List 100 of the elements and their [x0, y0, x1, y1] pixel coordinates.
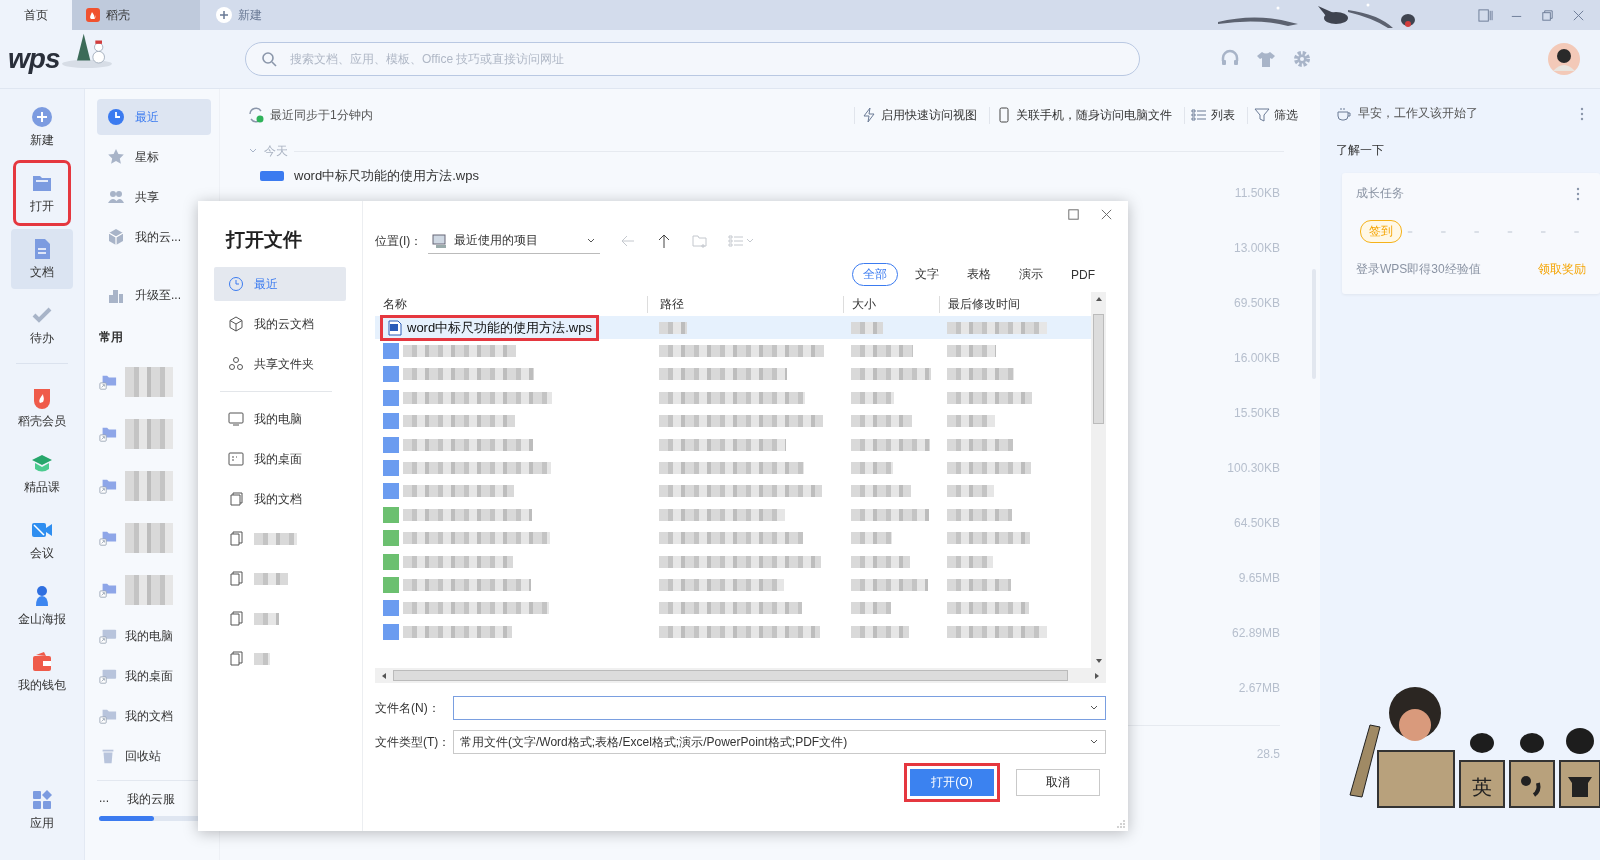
- blurred-text: [254, 653, 270, 665]
- lightning-icon: [861, 107, 877, 123]
- blurred-text: [125, 523, 173, 553]
- blurred-text: [125, 367, 173, 397]
- sidebar-item[interactable]: 我的文档: [97, 696, 211, 736]
- sidebar-item[interactable]: 我的电脑: [97, 616, 211, 656]
- folder-shortcut-icon: [99, 373, 117, 391]
- sidebar-item[interactable]: 星标: [97, 139, 211, 175]
- file-name[interactable]: word中标尺功能的使用方法.wps: [294, 167, 479, 185]
- phone-icon: [996, 107, 1012, 123]
- apps-button[interactable]: 应用: [11, 780, 73, 840]
- sidebar-item[interactable]: 回收站: [97, 736, 211, 776]
- view-options-icon[interactable]: [728, 233, 755, 249]
- tab[interactable]: 稻壳: [72, 0, 200, 30]
- place-item[interactable]: 我的文档: [214, 482, 346, 516]
- blurred-text: [851, 415, 912, 428]
- desktop-icon: [228, 451, 244, 467]
- maximize-icon[interactable]: [1066, 207, 1081, 222]
- toolbar-button[interactable]: 列表: [1184, 106, 1241, 124]
- horizontal-scrollbar[interactable]: [375, 668, 1106, 683]
- filename-field[interactable]: [453, 696, 1106, 720]
- sidebar-toggle-icon[interactable]: [1478, 7, 1493, 23]
- place-item[interactable]: 我的电脑: [214, 402, 346, 436]
- dialog-button[interactable]: 取消: [1016, 769, 1100, 796]
- filter-tab[interactable]: 文字: [904, 263, 950, 286]
- back-arrow-icon[interactable]: [620, 233, 637, 249]
- nav-item[interactable]: 待办: [11, 295, 73, 355]
- vertical-scrollbar[interactable]: [1091, 292, 1106, 668]
- file-size: 9.65MB: [1238, 570, 1280, 585]
- search-field[interactable]: 搜索文档、应用、模板、Office 技巧或直接访问网址: [245, 42, 1140, 76]
- toolbar-button[interactable]: 关联手机，随身访问电脑文件: [989, 106, 1178, 124]
- blurred-text: [947, 438, 1013, 451]
- file-size: 69.50KB: [1233, 295, 1280, 310]
- nav-item[interactable]: 我的钱包: [11, 642, 73, 702]
- filter-tab[interactable]: PDF: [1060, 263, 1106, 286]
- blurred-text: [851, 602, 891, 615]
- folder-icon: [228, 651, 244, 667]
- place-item[interactable]: 共享文件夹: [214, 347, 346, 381]
- blurred-text: [659, 321, 687, 334]
- folder-shortcut-icon: [99, 581, 117, 599]
- location-dropdown[interactable]: 最近使用的项目: [428, 228, 601, 254]
- filter-tab[interactable]: 演示: [1008, 263, 1054, 286]
- sidebar-item[interactable]: 我的桌面: [97, 656, 211, 696]
- scroll-thumb[interactable]: [1093, 314, 1104, 424]
- sidebar-item[interactable]: 共享: [97, 179, 211, 215]
- blurred-text: [254, 613, 279, 625]
- column-header[interactable]: 名称: [375, 295, 647, 313]
- column-header[interactable]: 路径: [647, 295, 843, 313]
- file-size: 100.30KB: [1227, 460, 1280, 475]
- blurred-text: [125, 419, 173, 449]
- blurred-text: [947, 508, 1012, 521]
- dialog-button[interactable]: 打开(O): [910, 769, 994, 796]
- star-icon: [107, 148, 125, 166]
- restore-icon[interactable]: [1540, 7, 1555, 23]
- filter-tab[interactable]: 表格: [956, 263, 1002, 286]
- file-size: 11.50KB: [1234, 185, 1280, 200]
- new-folder-icon[interactable]: [692, 233, 709, 249]
- nav-item[interactable]: 文档: [11, 229, 73, 289]
- task-description: 登录WPS即得30经验值: [1356, 261, 1481, 278]
- nav-item[interactable]: 新建: [11, 97, 73, 157]
- place-item[interactable]: 我的桌面: [214, 442, 346, 476]
- place-item[interactable]: 我的云文档: [214, 307, 346, 341]
- nav-item[interactable]: 精品课: [11, 444, 73, 504]
- folder-icon: [228, 531, 244, 547]
- field-label: 文件类型(T)：: [375, 733, 452, 751]
- upgrade-item[interactable]: 升级至...: [97, 277, 211, 313]
- blurred-text: [125, 575, 173, 605]
- sidebar-item[interactable]: 我的云...: [97, 219, 211, 255]
- ime-mode-label[interactable]: 英: [1472, 777, 1492, 797]
- settings-icon[interactable]: [1292, 49, 1312, 69]
- blurred-text: [851, 391, 894, 404]
- nav-item[interactable]: 金山海报: [11, 576, 73, 636]
- nav-item[interactable]: 稻壳会员: [11, 378, 73, 438]
- location-label: 位置(I)：: [375, 232, 423, 250]
- nav-item[interactable]: 打开: [16, 163, 68, 223]
- filetype-dropdown[interactable]: 常用文件(文字/Word格式;表格/Excel格式;演示/PowerPoint格式;PDF文件): [453, 730, 1106, 754]
- more-text[interactable]: ...: [99, 791, 109, 808]
- shirt-icon[interactable]: [1256, 49, 1276, 69]
- dialog-title: 打开文件: [226, 228, 303, 252]
- document-icon: [260, 171, 284, 181]
- nav-item[interactable]: 会议: [11, 510, 73, 570]
- file-size: 64.50KB: [1233, 515, 1280, 530]
- toolbar-button[interactable]: 启用快速访问视图: [854, 106, 983, 124]
- scroll-thumb[interactable]: [393, 670, 1068, 681]
- folder-shortcut-icon: [99, 707, 117, 725]
- cube-icon: [228, 316, 244, 332]
- desktop-shortcut-icon: [99, 667, 117, 685]
- blurred-text: [947, 368, 1014, 381]
- column-header[interactable]: 大小: [843, 295, 939, 313]
- toolbar-button[interactable]: 筛选: [1247, 106, 1304, 124]
- file-size: 13.00KB: [1233, 240, 1280, 255]
- folder-icon: [228, 571, 244, 587]
- list-icon: [1191, 107, 1207, 123]
- close-icon[interactable]: [1099, 207, 1114, 222]
- avatar[interactable]: [1548, 43, 1580, 75]
- blurred-text: [947, 555, 993, 568]
- flame-icon: [86, 8, 100, 22]
- tab[interactable]: 首页: [0, 0, 72, 30]
- folder-shortcut-icon: [99, 425, 117, 443]
- resize-grip-icon[interactable]: [1117, 820, 1125, 828]
